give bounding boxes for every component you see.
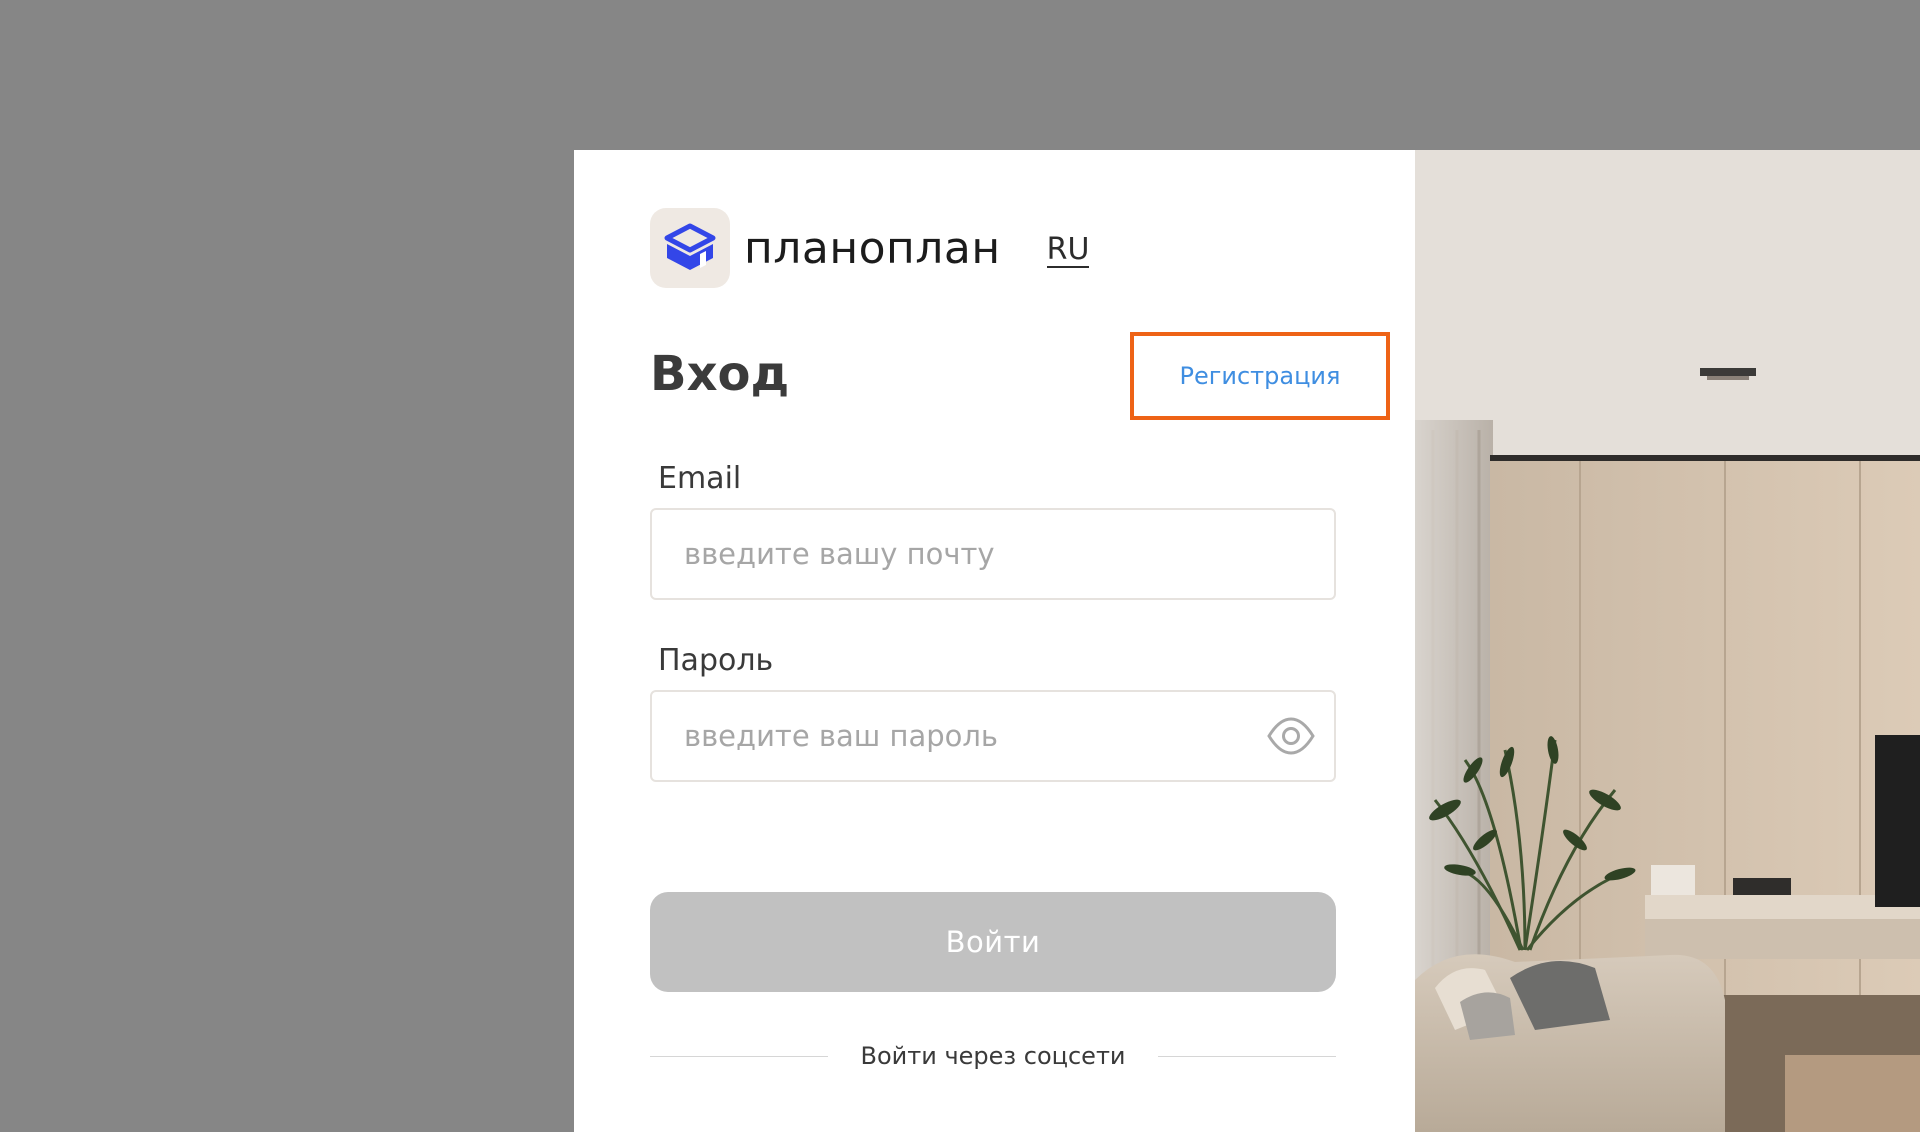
page-title: Вход <box>650 346 790 402</box>
divider-right <box>1157 1055 1337 1057</box>
login-form-panel: планоплан RU Вход Регистрация Email Паро… <box>574 150 1415 1132</box>
language-selector[interactable]: RU <box>1046 234 1090 268</box>
brand-name: планоплан <box>744 222 1001 274</box>
social-login-divider: Войти через соцсети <box>650 1036 1337 1076</box>
login-button[interactable]: Войти <box>650 892 1336 992</box>
brand-header: планоплан RU <box>650 208 1090 288</box>
divider-left <box>650 1055 829 1057</box>
eye-icon[interactable] <box>1266 714 1316 758</box>
login-modal: планоплан RU Вход Регистрация Email Паро… <box>574 150 1920 1132</box>
email-label: Email <box>658 461 742 496</box>
social-login-label: Войти через соцсети <box>860 1042 1126 1070</box>
email-field[interactable] <box>684 510 1244 598</box>
logo-icon <box>650 208 730 288</box>
interior-photo <box>1415 150 1920 1132</box>
password-field[interactable] <box>684 692 1244 780</box>
password-field-container <box>650 690 1336 782</box>
password-label: Пароль <box>658 643 774 678</box>
register-link[interactable]: Регистрация <box>1130 332 1390 420</box>
email-field-container <box>650 508 1336 600</box>
